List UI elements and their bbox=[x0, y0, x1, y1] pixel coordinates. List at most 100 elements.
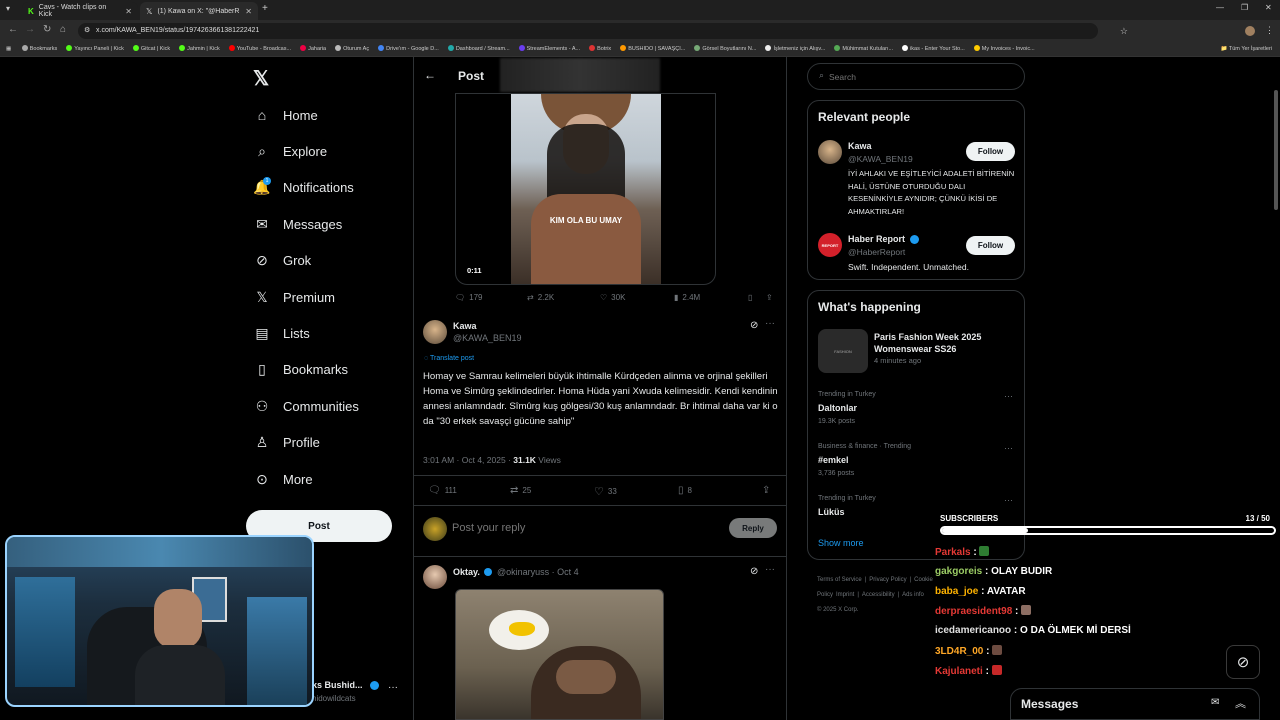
bookmark-icon[interactable]: ▯ bbox=[748, 293, 752, 302]
event-thumbnail[interactable]: FASHION bbox=[818, 329, 868, 373]
bookmark-item[interactable]: İşletmeniz için Alışv... bbox=[765, 42, 825, 56]
nav-item-communities[interactable]: ⚇ Communities bbox=[254, 392, 359, 420]
apps-icon[interactable]: ▦ bbox=[6, 42, 11, 56]
new-message-icon[interactable]: ✉ bbox=[1211, 697, 1219, 708]
x-logo-icon[interactable]: 𝕏 bbox=[253, 66, 269, 91]
url-field[interactable]: ⚙ x.com/KAWA_BEN19/status/19742636613812… bbox=[78, 23, 1128, 39]
account-switcher[interactable]: ks Bushid... hidowildcats ··· bbox=[312, 678, 402, 708]
chat-username[interactable]: icedamericanoo bbox=[935, 625, 1011, 636]
bookmark-item[interactable]: Drive'ım - Google D... bbox=[378, 42, 439, 56]
bookmark-item[interactable]: Mühimmat Kutuları... bbox=[834, 42, 893, 56]
nav-item-home[interactable]: ⌂ Home bbox=[254, 101, 318, 129]
person-name[interactable]: Kawa bbox=[848, 141, 872, 151]
reply-author-avatar[interactable] bbox=[423, 565, 447, 589]
person-handle[interactable]: @HaberReport bbox=[848, 247, 905, 257]
search-box[interactable]: ⌕ bbox=[807, 63, 1025, 90]
nav-item-grok[interactable]: ⊘ Grok bbox=[254, 247, 311, 275]
share-icon[interactable]: ⇪ bbox=[762, 485, 770, 496]
browser-tab[interactable]: K Cavs - Watch clips on Kick ✕ bbox=[22, 2, 138, 20]
grok-icon[interactable]: ⊘ bbox=[750, 566, 758, 577]
search-input[interactable] bbox=[829, 69, 1009, 84]
messages-drawer[interactable]: Messages ✉ ︽ bbox=[1010, 688, 1260, 720]
bookmark-item[interactable]: StreamElements - A... bbox=[518, 42, 580, 56]
trend-item[interactable]: Business & finance · Trending #emkel 3,736… bbox=[818, 443, 1018, 487]
scrollbar[interactable] bbox=[1274, 90, 1278, 210]
bookmark-item[interactable]: Yayıncı Paneli | Kick bbox=[66, 42, 124, 56]
maximize-icon[interactable]: ❐ bbox=[1241, 3, 1248, 12]
video-like-button[interactable]: ♡ 30K bbox=[600, 293, 625, 302]
more-dots-icon[interactable]: ··· bbox=[1004, 495, 1013, 505]
follow-button[interactable]: Follow bbox=[966, 236, 1015, 255]
nav-item-bookmarks[interactable]: ▯ Bookmarks bbox=[254, 356, 348, 384]
chat-username[interactable]: Kajulaneti bbox=[935, 666, 983, 677]
bookmark-item[interactable]: Görsel Boyutlarını N... bbox=[694, 42, 756, 56]
reply-avatar[interactable] bbox=[423, 517, 447, 541]
nav-item-explore[interactable]: ⌕ Explore bbox=[254, 137, 327, 165]
site-info-icon[interactable]: ⚙ bbox=[84, 23, 90, 39]
new-tab-icon[interactable]: + bbox=[262, 3, 268, 14]
reply-button[interactable]: 🗨 111 bbox=[428, 485, 457, 496]
footer-link[interactable]: Privacy Policy bbox=[869, 577, 906, 583]
translate-post-link[interactable]: ◌ Translate post bbox=[424, 355, 474, 362]
bookmark-item[interactable]: ikas - Enter Your Sto... bbox=[902, 42, 965, 56]
person-handle[interactable]: @KAWA_BEN19 bbox=[848, 154, 913, 164]
more-dots-icon[interactable]: ··· bbox=[1004, 443, 1013, 453]
nav-item-notifications[interactable]: 🔔 1 Notifications bbox=[253, 174, 354, 202]
author-handle[interactable]: @KAWA_BEN19 bbox=[453, 333, 522, 343]
reload-icon[interactable]: ↻ bbox=[43, 24, 51, 35]
close-window-icon[interactable]: ✕ bbox=[1265, 3, 1272, 12]
reply-author-handle[interactable]: @okinaryuss · Oct 4 bbox=[497, 567, 579, 577]
avatar[interactable] bbox=[818, 140, 842, 164]
browser-tab-active[interactable]: 𝕏 (1) Kawa on X: "@HaberReport ✕ bbox=[140, 2, 258, 20]
grok-icon[interactable]: ⊘ bbox=[750, 320, 758, 331]
minimize-icon[interactable]: — bbox=[1216, 3, 1224, 12]
chat-username[interactable]: derpraesident98 bbox=[935, 606, 1012, 617]
close-icon[interactable]: ✕ bbox=[125, 7, 132, 16]
show-more-link[interactable]: Show more bbox=[818, 538, 864, 548]
more-dots-icon[interactable]: ··· bbox=[765, 318, 775, 329]
reply-input[interactable] bbox=[452, 519, 712, 537]
bookmark-item[interactable]: Dashboard / Stream... bbox=[447, 42, 510, 56]
report-avatar[interactable]: REPORT bbox=[818, 233, 842, 257]
nav-item-more[interactable]: ⊙ More bbox=[254, 465, 313, 493]
chat-username[interactable]: Parkals bbox=[935, 547, 971, 558]
bookmark-item[interactable]: Bookmarks bbox=[21, 42, 57, 56]
nav-item-lists[interactable]: ▤ Lists bbox=[254, 319, 309, 347]
trend-item[interactable]: Trending in Turkey Daltonlar 19.3K posts ··… bbox=[818, 391, 1018, 435]
follow-button[interactable]: Follow bbox=[966, 142, 1015, 161]
footer-link[interactable]: Ads info bbox=[902, 592, 924, 598]
nav-item-premium[interactable]: 𝕏 Premium bbox=[254, 283, 335, 311]
footer-link[interactable]: Imprint bbox=[836, 592, 854, 598]
tweet-time[interactable]: 3:01 AM · Oct 4, 2025 · bbox=[423, 455, 513, 465]
video-player[interactable]: KIM OLA BU UMAY 0:11 bbox=[455, 93, 716, 285]
bookmark-button[interactable]: ▯ 8 bbox=[678, 485, 692, 496]
reply-submit-button[interactable]: Reply bbox=[729, 518, 777, 538]
back-arrow-icon[interactable]: ← bbox=[424, 68, 436, 82]
reply-image[interactable] bbox=[455, 589, 664, 720]
like-button[interactable]: ♡ 33 bbox=[594, 485, 617, 498]
bookmark-item[interactable]: YouTube - Broadcas... bbox=[228, 42, 291, 56]
avatar[interactable] bbox=[423, 320, 447, 344]
bookmark-item[interactable]: BUSHIDO | SAVAŞÇI... bbox=[620, 42, 685, 56]
bookmark-item[interactable]: Jaharia bbox=[300, 42, 326, 56]
bookmark-item[interactable]: My Invoices - Invoic... bbox=[973, 42, 1035, 56]
person-name[interactable]: Haber Report bbox=[848, 234, 905, 244]
reply-author-name[interactable]: Oktay. bbox=[453, 567, 480, 577]
tab-list-icon[interactable]: ▾ bbox=[6, 4, 10, 13]
more-dots-icon[interactable]: ··· bbox=[765, 564, 775, 575]
bookmark-item[interactable]: Botrix bbox=[589, 42, 611, 56]
more-dots-icon[interactable]: ··· bbox=[1004, 391, 1013, 401]
chevron-up-icon[interactable]: ︽ bbox=[1235, 695, 1246, 711]
event-title[interactable]: Paris Fashion Week 2025 Womenswear SS26 bbox=[874, 331, 1014, 355]
chat-username[interactable]: 3LD4R_00 bbox=[935, 646, 983, 657]
bookmark-item[interactable]: Gitcat | Kick bbox=[132, 42, 170, 56]
video-reply-button[interactable]: 🗨 179 bbox=[455, 293, 483, 302]
chat-username[interactable]: baba_joe bbox=[935, 586, 978, 597]
grok-float-button[interactable]: ⊘ bbox=[1226, 645, 1260, 679]
footer-link[interactable]: Terms of Service bbox=[817, 577, 862, 583]
bookmark-item[interactable]: Oturum Aç bbox=[335, 42, 369, 56]
footer-link[interactable]: Accessibility bbox=[862, 592, 895, 598]
back-icon[interactable]: ← bbox=[8, 24, 18, 35]
nav-item-profile[interactable]: ♙ Profile bbox=[254, 429, 320, 457]
bookmark-item[interactable]: Jahmin | Kick bbox=[179, 42, 220, 56]
